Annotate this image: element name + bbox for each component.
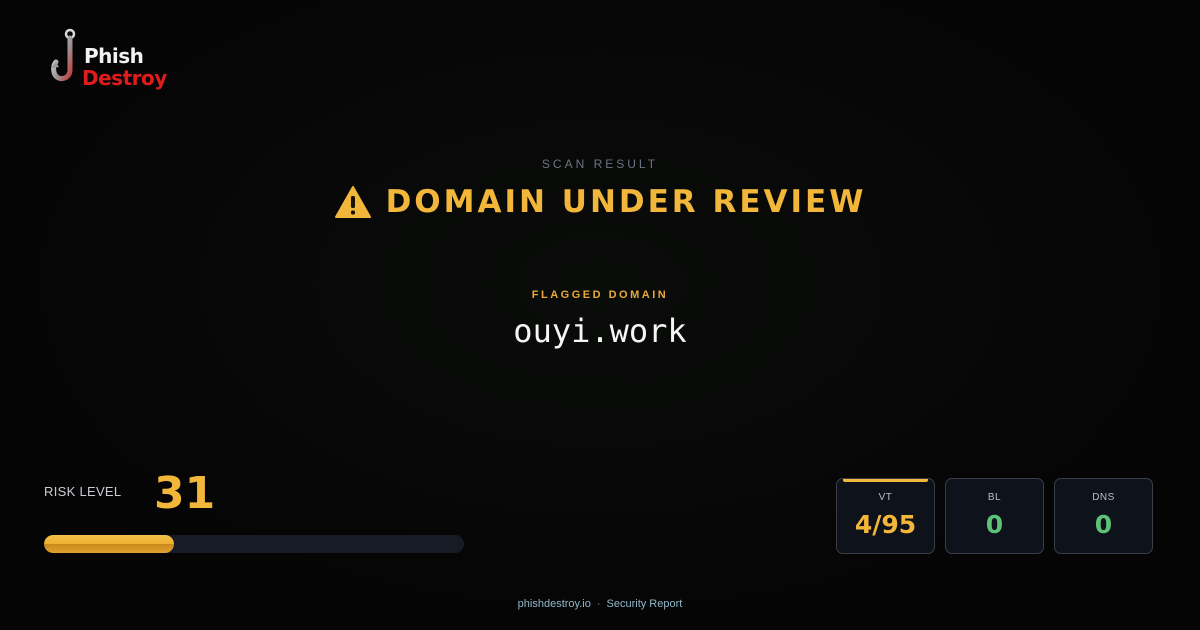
scan-result-eyebrow: SCAN RESULT <box>541 157 659 171</box>
risk-progress-fill <box>44 535 175 553</box>
stat-card-label: DNS <box>1092 492 1115 503</box>
brand-name-primary: Phish <box>84 44 144 68</box>
stat-card-highlight <box>843 479 928 482</box>
status-title: DOMAIN UNDER REVIEW <box>385 184 867 220</box>
brand-logo[interactable]: Phish Destroy <box>48 28 178 94</box>
stat-card-dns[interactable]: DNS 0 <box>1054 478 1153 554</box>
stat-card-value: 0 <box>985 510 1004 539</box>
flagged-domain-value: ouyi.work <box>513 312 687 350</box>
stat-card-bl[interactable]: BL 0 <box>945 478 1044 554</box>
stat-card-label: VT <box>878 492 893 503</box>
footer-site-link[interactable]: phishdestroy.io <box>518 598 591 610</box>
status-heading: DOMAIN UNDER REVIEW <box>0 184 1200 220</box>
brand-name-secondary: Destroy <box>82 66 167 90</box>
stat-card-vt[interactable]: VT 4/95 <box>836 478 935 554</box>
stat-card-value: 0 <box>1094 510 1113 539</box>
footer-tagline: Security Report <box>606 598 683 610</box>
stat-card-value: 4/95 <box>854 510 917 539</box>
fish-hook-icon <box>51 28 76 81</box>
risk-level-value: 31 <box>154 468 216 519</box>
stat-card-label: BL <box>987 492 1002 503</box>
risk-level-label: RISK LEVEL <box>44 484 122 499</box>
risk-progress-bar <box>44 535 464 553</box>
stat-card-highlight <box>1061 479 1146 482</box>
stat-cards: VT 4/95 BL 0 DNS 0 <box>836 478 1153 554</box>
warning-triangle-icon <box>334 186 371 218</box>
stat-card-highlight <box>952 479 1037 482</box>
footer: phishdestroy.io · Security Report <box>0 598 1200 610</box>
flagged-domain-label: FLAGGED DOMAIN <box>531 289 669 301</box>
footer-separator: · <box>596 598 601 610</box>
